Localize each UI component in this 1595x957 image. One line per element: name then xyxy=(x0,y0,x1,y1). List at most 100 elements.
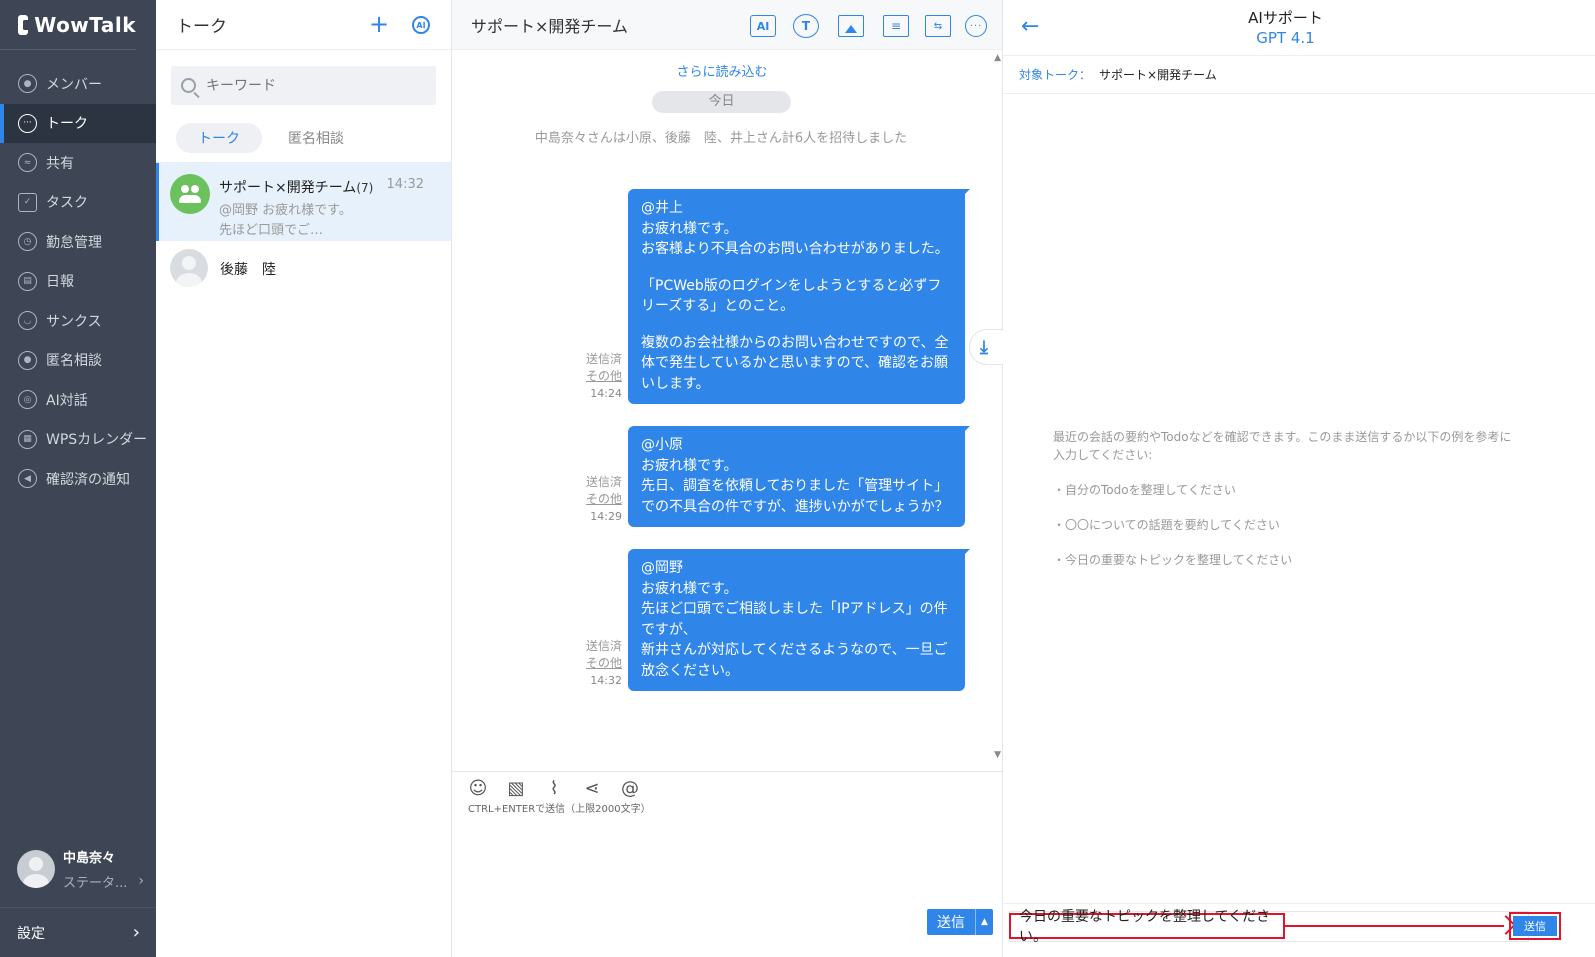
talk-icon: ··· xyxy=(18,113,37,133)
attachment-icon[interactable]: ⌇ xyxy=(544,778,564,799)
daily-report-icon: ▤ xyxy=(18,271,37,291)
ai-header: ← AIサポート GPT 4.1 xyxy=(1003,0,1595,56)
add-talk-icon[interactable]: + xyxy=(369,12,389,36)
translate-icon[interactable]: T xyxy=(793,14,819,38)
search-icon xyxy=(181,78,196,93)
talk-list-header: トーク + AI xyxy=(156,0,451,50)
talk-name: サポート×開発チーム xyxy=(219,180,357,196)
chat-panel: サポート×開発チーム AI T ≡ ⇆ ··· ▲ ▼ さらに読み込む 今日 中… xyxy=(452,0,1003,957)
ai-input-value[interactable]: 今日の重要なトピックを整理してください。 xyxy=(1009,909,1285,945)
ai-guide: 最近の会話の要約やTodoなどを確認できます。このまま送信するか以下の例を参考に… xyxy=(1053,428,1523,569)
nav-item-task[interactable]: ✓ タスク xyxy=(0,183,156,223)
target-talk: 対象トーク： サポート×開発チーム xyxy=(1003,56,1595,94)
folder-icon[interactable]: ⇆ xyxy=(925,15,951,37)
message-meta: 送信済 その他 14:32 xyxy=(568,638,622,689)
nav-item-talk[interactable]: ··· トーク xyxy=(0,103,156,143)
attendance-icon: ◷ xyxy=(18,232,37,252)
anonymous-icon: ● xyxy=(18,350,37,370)
message-area[interactable]: ▲ ▼ さらに読み込む 今日 中島奈々さんは小原、後藤 陸、井上さん計6人を招待… xyxy=(452,51,1003,771)
message-bubble[interactable]: @小原 お疲れ様です。 先日、調査を依頼しておりました「管理サイト」での不具合の… xyxy=(628,426,970,527)
message-bubble[interactable]: @岡野 お疲れ様です。 先ほど口頭でご相談しました「IPアドレス」の件ですが、 … xyxy=(628,549,970,691)
app-logo: WowTalk xyxy=(0,0,136,50)
ai-title: AIサポート xyxy=(1248,9,1323,27)
ai-support-panel: ← AIサポート GPT 4.1 対象トーク： サポート×開発チーム 最近の会話… xyxy=(1003,0,1595,957)
list-item[interactable]: サポート×開発チーム(7) @岡野 お疲れ様です。 先ほど口頭でご… 14:32 xyxy=(156,163,451,241)
tab-talk[interactable]: トーク xyxy=(176,122,262,153)
calendar-icon: ▦ xyxy=(18,429,37,449)
chat-title: サポート×開発チーム xyxy=(471,16,628,36)
notification-icon: ◀ xyxy=(18,469,37,489)
mention-icon[interactable]: @ xyxy=(620,778,640,799)
unread-count: (7) xyxy=(356,181,374,195)
ai-model[interactable]: GPT 4.1 xyxy=(1003,29,1568,47)
notes-icon[interactable]: ≡ xyxy=(883,15,909,37)
nav-item-confirmed-notifications[interactable]: ◀ 確認済の通知 xyxy=(0,459,156,499)
more-icon[interactable]: ··· xyxy=(965,15,987,37)
message-meta: 送信済 その他 14:29 xyxy=(568,474,622,525)
message-bubble[interactable]: @井上 お疲れ様です。 お客様より不具合のお問い合わせがありました。 「PCWe… xyxy=(628,189,970,404)
nav-item-ai-chat[interactable]: ◎ AI対話 xyxy=(0,380,156,420)
user-name: 中島奈々 xyxy=(63,851,116,866)
nav-item-wps-calendar[interactable]: ▦ WPSカレンダー xyxy=(0,420,156,460)
settings-button[interactable]: 設定 › xyxy=(0,907,156,957)
chevron-up-icon[interactable]: ▲ xyxy=(975,909,993,935)
member-icon: ● xyxy=(18,74,37,94)
ai-icon: ◎ xyxy=(18,390,37,410)
image-icon[interactable] xyxy=(838,15,864,37)
ai-input-bar: 今日の重要なトピックを整理してください。 送信 xyxy=(1003,903,1595,957)
send-button[interactable]: 送信 ▲ xyxy=(927,909,993,935)
example-prompt: ・〇〇についての話題を要約してください xyxy=(1053,518,1280,532)
example-prompt: ・自分のTodoを整理してください xyxy=(1053,483,1236,497)
thanks-icon: ◡ xyxy=(18,311,37,331)
nav-item-daily-report[interactable]: ▤ 日報 xyxy=(0,262,156,302)
composer[interactable]: ☺ ▧ ⌇ ⋖ @ CTRL+ENTERで送信（上限2000文字） 送信 ▲ xyxy=(452,771,1003,957)
download-icon[interactable]: ⤓ xyxy=(969,329,1003,365)
app-window: WowTalk ● メンバー ··· トーク ≈ 共有 ✓ タスク ◷ 勤怠管理 ▤ 日報 … xyxy=(0,0,1595,957)
share-icon: ≈ xyxy=(18,153,37,173)
app-logo-text: WowTalk xyxy=(34,12,136,37)
emoji-icon[interactable]: ☺ xyxy=(468,778,488,799)
search-input[interactable] xyxy=(206,77,426,94)
example-prompt: ・今日の重要なトピックを整理してください xyxy=(1053,553,1293,567)
image-icon[interactable]: ▧ xyxy=(506,778,526,799)
chevron-right-icon: › xyxy=(132,922,140,943)
ai-tool-icon[interactable]: AI xyxy=(750,15,776,37)
other-link[interactable]: その他 xyxy=(568,491,622,508)
chevron-right-icon: › xyxy=(138,873,144,889)
avatar xyxy=(170,249,208,287)
talk-preview: @岡野 お疲れ様です。 先ほど口頭でご… xyxy=(219,203,352,238)
talk-list-title: トーク xyxy=(176,17,227,37)
nav-item-anonymous[interactable]: ● 匿名相談 xyxy=(0,341,156,381)
message-meta: 送信済 その他 14:24 xyxy=(568,351,622,402)
share-icon[interactable]: ⋖ xyxy=(582,778,602,799)
avatar xyxy=(17,850,55,888)
scroll-down-icon[interactable]: ▼ xyxy=(994,750,1001,760)
task-icon: ✓ xyxy=(18,192,37,212)
composer-toolbar: ☺ ▧ ⌇ ⋖ @ xyxy=(452,772,1003,799)
talk-list-panel: トーク + AI トーク 匿名相談 サポート×開発チーム(7) @岡野 お疲れ様… xyxy=(156,0,452,957)
date-divider: 今日 xyxy=(652,91,791,113)
tab-anonymous[interactable]: 匿名相談 xyxy=(266,123,366,153)
composer-hint: CTRL+ENTERで送信（上限2000文字） xyxy=(468,804,651,815)
nav-item-thanks[interactable]: ◡ サンクス xyxy=(0,301,156,341)
nav-item-attendance[interactable]: ◷ 勤怠管理 xyxy=(0,222,156,262)
annotation-arrow xyxy=(1285,925,1504,927)
talk-name: 後藤 陸 xyxy=(220,262,276,278)
scroll-up-icon[interactable]: ▲ xyxy=(994,53,1001,63)
talk-time: 14:32 xyxy=(386,177,424,192)
other-link[interactable]: その他 xyxy=(568,368,622,385)
nav-item-share[interactable]: ≈ 共有 xyxy=(0,143,156,183)
current-user[interactable]: 中島奈々 ステータ... › xyxy=(0,841,156,897)
user-status: ステータ... xyxy=(63,876,128,891)
system-message: 中島奈々さんは小原、後藤 陸、井上さん計6人を招待しました xyxy=(534,131,908,146)
group-avatar-icon xyxy=(170,174,210,214)
main-sidebar: WowTalk ● メンバー ··· トーク ≈ 共有 ✓ タスク ◷ 勤怠管理 ▤ 日報 … xyxy=(0,0,156,957)
other-link[interactable]: その他 xyxy=(568,655,622,672)
load-more-link[interactable]: さらに読み込む xyxy=(452,61,992,80)
ai-send-button[interactable]: 送信 xyxy=(1509,912,1561,940)
chat-header: サポート×開発チーム AI T ≡ ⇆ ··· xyxy=(452,0,1002,50)
ai-summary-icon[interactable]: AI xyxy=(412,16,430,34)
search-box[interactable] xyxy=(171,66,436,105)
nav-item-members[interactable]: ● メンバー xyxy=(0,64,156,104)
list-item[interactable]: 後藤 陸 xyxy=(156,241,451,295)
